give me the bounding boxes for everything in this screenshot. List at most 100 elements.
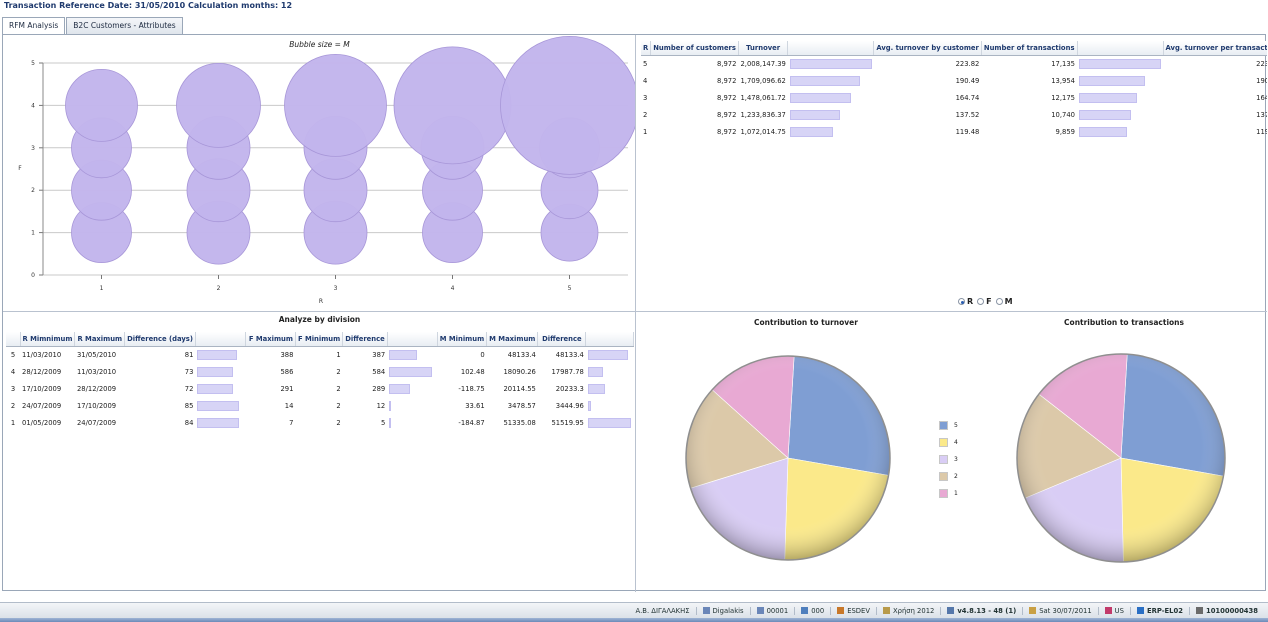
col-header-f-minimum[interactable]: F Minimum (295, 332, 344, 347)
cell-f-bar (387, 397, 437, 414)
status-item[interactable]: Α.Β. ΔΙΓΑΛΑΚΗΣ (630, 607, 696, 615)
col-header-f-maximum[interactable]: F Maximum (245, 332, 296, 347)
col-header-turnover-bar[interactable] (787, 41, 875, 56)
col-header-m-maximum[interactable]: M Maximum (486, 332, 539, 347)
status-text: Digalakis (712, 606, 744, 615)
cell-r-bar (195, 346, 245, 363)
cell-transactions: 9,859 (1055, 127, 1075, 136)
value-bar (197, 366, 234, 377)
cell-f-minimum: 2 (336, 401, 341, 410)
col-header-r-maximum[interactable]: R Maximum (74, 332, 126, 347)
col-header-avg-turnover-transaction[interactable]: Avg. turnover per transaction (1163, 41, 1267, 56)
cell-transactions-bar (1077, 106, 1163, 123)
bubble-point[interactable] (500, 36, 637, 175)
status-item[interactable]: Digalakis (695, 606, 750, 615)
legend-swatch (939, 455, 948, 464)
transactions-pie-chart (1016, 353, 1226, 563)
cell-m-minimum: 33.61 (465, 401, 485, 410)
tab-rfm-analysis[interactable]: RFM Analysis (2, 17, 66, 35)
bubble-chart-panel: Bubble size = M 0 1 2 3 4 5 1 2 3 4 5 R F (3, 35, 636, 312)
status-item[interactable]: US (1097, 606, 1130, 615)
server-icon (1136, 607, 1144, 614)
col-header-number-of-transactions[interactable]: Number of transactions (981, 41, 1078, 56)
radio-f[interactable]: F (977, 297, 992, 306)
radio-f-label: F (986, 297, 992, 306)
cell-f-bar (387, 380, 437, 397)
value-bar (389, 366, 433, 377)
status-item[interactable]: ERP-EL02 (1129, 606, 1189, 615)
value-bar (197, 349, 238, 360)
cell-m-bar (586, 397, 634, 414)
col-header-transactions-bar[interactable] (1077, 41, 1164, 56)
cell-customers: 8,972 (716, 59, 737, 68)
status-text: ERP-EL02 (1146, 606, 1183, 615)
status-item[interactable]: 00001 (749, 606, 795, 615)
bubble-point[interactable] (393, 46, 512, 165)
col-header-m-bar[interactable] (585, 332, 634, 347)
col-header-m-minimum[interactable]: M Minimum (437, 332, 488, 347)
table-row[interactable]: 4 28/12/2009 11/03/2010 73 586 2 584 102.48 1809… (6, 363, 634, 380)
cell-customers: 8,972 (716, 76, 737, 85)
value-bar (587, 349, 628, 360)
cell-turnover-bar (788, 106, 874, 123)
radio-m-button[interactable] (995, 298, 1003, 305)
legend-label: 1 (954, 490, 958, 497)
col-header-f-difference[interactable]: Difference (342, 332, 388, 347)
cell-avg-transaction: 137.52 (1256, 110, 1267, 119)
tab-b2c-customers-attributes[interactable]: B2C Customers - Attributes (66, 17, 183, 34)
cell-r-maximum: 11/03/2010 (76, 367, 117, 376)
table-row[interactable]: 3 17/10/2009 28/12/2009 72 291 2 289 -118.75 201… (6, 380, 634, 397)
legend-swatch (939, 472, 948, 481)
value-bar (389, 349, 418, 360)
table-header-row: R Mimnimum R Maximum Difference (days) F… (6, 332, 634, 347)
status-item[interactable]: Sat 30/07/2011 (1022, 606, 1097, 615)
cell-m-difference: 51519.95 (551, 418, 584, 427)
table-row[interactable]: 1 01/05/2009 24/07/2009 84 7 2 5 -184.87 51335.0… (6, 414, 634, 431)
cell-transactions: 13,954 (1051, 76, 1075, 85)
status-item[interactable]: v4.8.13 - 48 (1) (940, 606, 1022, 615)
col-header-number-of-customers[interactable]: Number of customers (650, 41, 739, 56)
bubble-point[interactable] (284, 54, 387, 157)
table-row[interactable]: 3 8,9721,478,061.72 164.74 12,175 164.74 (641, 89, 1267, 106)
col-header-turnover[interactable]: Turnover (738, 41, 789, 56)
cell-avg-transaction: 190.49 (1256, 76, 1267, 85)
bubble-point[interactable] (65, 69, 138, 142)
y-tick-label: 0 (31, 272, 35, 279)
col-header-r[interactable]: R (641, 41, 652, 56)
table-row[interactable]: 5 11/03/2010 31/05/2010 81 388 1 387 0 48133.4 48… (6, 346, 634, 363)
radio-r[interactable]: R (958, 297, 973, 306)
table-row[interactable]: 4 8,9721,709,096.62 190.49 13,954 190.49 (641, 72, 1267, 89)
status-item[interactable]: 10100000438 (1188, 606, 1264, 615)
cell-r-maximum: 31/05/2010 (76, 350, 117, 359)
col-header-r-difference[interactable]: Difference (days) (124, 332, 196, 347)
col-header-division-r[interactable] (6, 332, 21, 347)
value-bar (197, 383, 234, 394)
cell-r-minimum: 11/03/2010 (22, 350, 62, 359)
status-text: v4.8.13 - 48 (1) (957, 606, 1017, 615)
table-row[interactable]: 5 8,9722,008,147.39 223.82 17,135 223.82 (641, 55, 1267, 72)
radio-m[interactable]: M (995, 297, 1013, 306)
cell-avg-customer: 164.74 (955, 93, 980, 102)
col-header-r-minimum[interactable]: R Mimnimum (20, 332, 76, 347)
cell-transactions: 12,175 (1051, 93, 1075, 102)
turnover-pie-title: Contribution to turnover (754, 318, 858, 327)
bubble-point[interactable] (176, 63, 261, 148)
version-icon (947, 607, 955, 614)
table-row[interactable]: 1 8,9721,072,014.75 119.48 9,859 119.48 (641, 123, 1267, 140)
cell-turnover: 2,008,147.39 (740, 59, 786, 68)
cell-r: 1 (10, 418, 16, 427)
col-header-m-difference[interactable]: Difference (537, 332, 587, 347)
col-header-f-bar[interactable] (387, 332, 438, 347)
col-header-r-bar[interactable] (195, 332, 246, 347)
radio-r-button[interactable] (958, 298, 965, 305)
table-row[interactable]: 2 8,9721,233,836.37 137.52 10,740 137.52 (641, 106, 1267, 123)
col-header-avg-turnover-customer[interactable]: Avg. turnover by customer (873, 41, 982, 56)
cell-r-minimum: 28/12/2009 (22, 367, 62, 376)
cell-f-bar (387, 363, 437, 380)
status-item[interactable]: Χρήση 2012 (875, 606, 940, 615)
table-row[interactable]: 2 24/07/2009 17/10/2009 85 14 2 12 33.61 3478.57… (6, 397, 634, 414)
radio-f-button[interactable] (977, 298, 985, 305)
cell-turnover: 1,072,014.75 (740, 127, 786, 136)
status-item[interactable]: ESDEV (830, 606, 876, 615)
status-item[interactable]: 000 (794, 606, 830, 615)
